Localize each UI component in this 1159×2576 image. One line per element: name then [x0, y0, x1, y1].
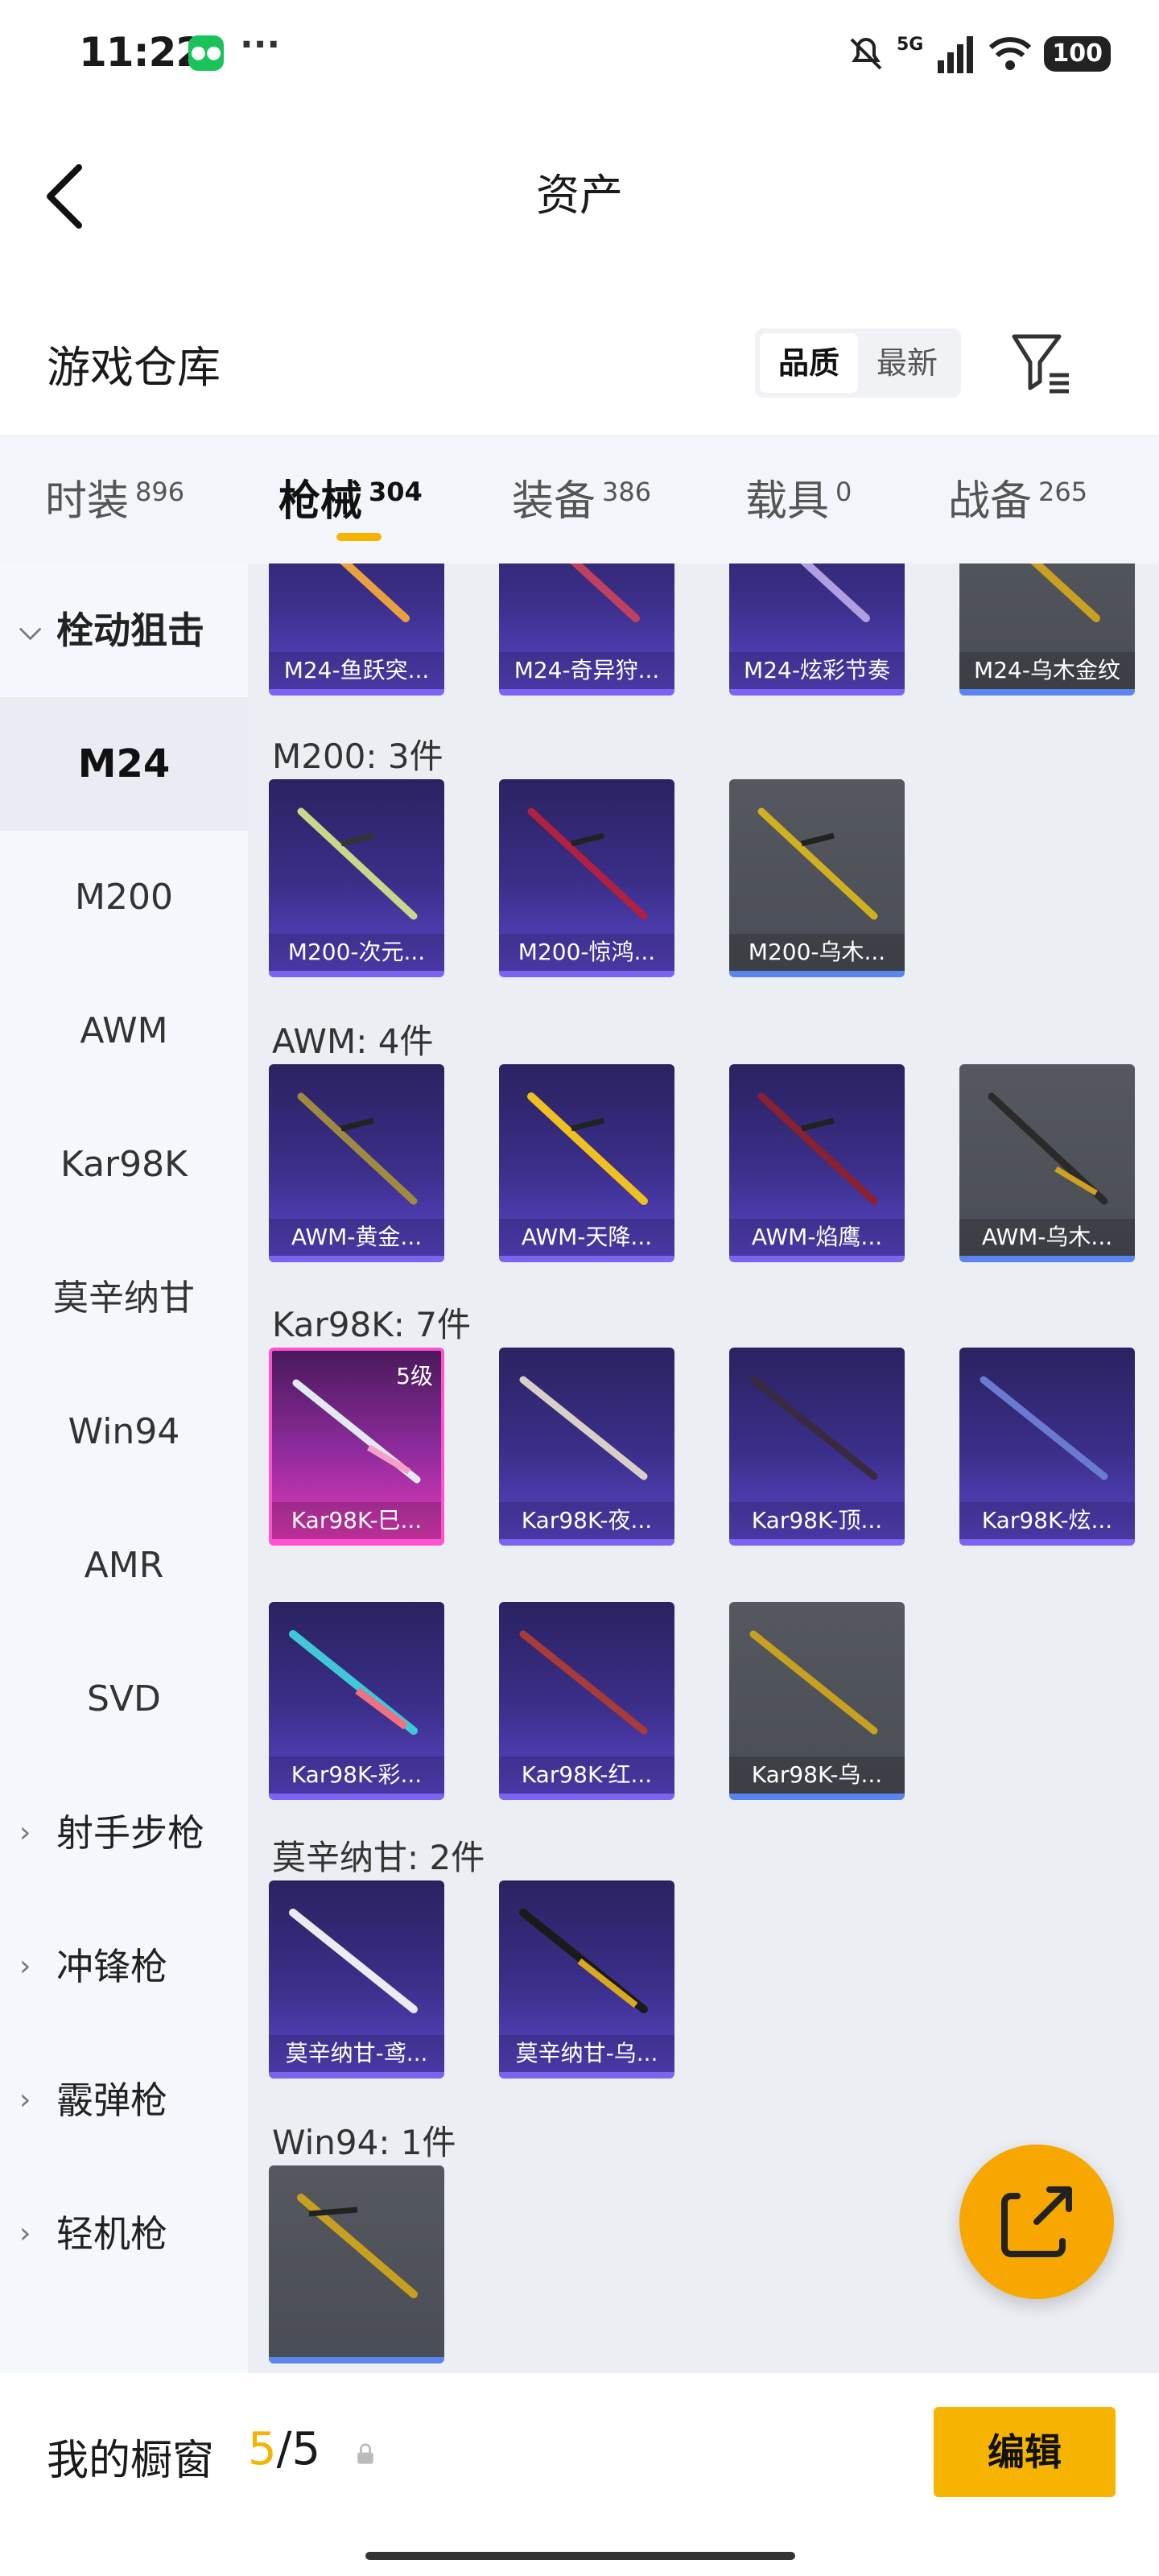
weapon-card[interactable]: Kar98K-夜... [499, 1348, 674, 1546]
mute-bell-icon [850, 37, 882, 70]
chevron-right-icon: › [19, 1950, 31, 1983]
chevron-down-icon: ⌵ [19, 613, 42, 646]
signal-icon [938, 36, 974, 73]
rifle-icon [988, 1092, 1108, 1205]
rifle-icon [757, 807, 878, 920]
sidebar-group-bolt-sniper[interactable]: ⌵ 栓动狙击 [0, 564, 248, 697]
section-title-mosin: 莫辛纳甘: 2件 [272, 1838, 485, 1877]
rifle-icon [1030, 564, 1100, 622]
sidebar-group-marksman[interactable]: › 射手步枪 [0, 1766, 248, 1900]
weapon-card[interactable]: M200-惊鸿... [499, 779, 674, 977]
sidebar-item-amr[interactable]: AMR [0, 1499, 248, 1633]
rifle-icon [800, 564, 870, 622]
sidebar-group-shotgun[interactable]: › 霰弹枪 [0, 2033, 248, 2167]
rifle-icon [527, 1092, 648, 1205]
weapon-card[interactable]: 莫辛纳甘-乌... [499, 1880, 674, 2079]
section-title-awm: AWM: 4件 [272, 1022, 434, 1061]
page-title: 资产 [536, 170, 623, 221]
weapon-card[interactable]: Kar98K-顶... [729, 1348, 905, 1546]
showcase-bar: 我的橱窗 5/5 编辑 [0, 2373, 1159, 2576]
sidebar-item-svd[interactable]: SVD [0, 1633, 248, 1766]
chevron-right-icon: › [19, 2083, 31, 2116]
weapon-sidebar: ⌵ 栓动狙击 M24 M200 AWM Kar98K 莫辛纳甘 Win94 AMR… [0, 564, 248, 2373]
more-notifications-icon: ··· [240, 24, 281, 65]
battery-icon: 100 [1044, 36, 1111, 72]
rifle-icon [297, 1092, 418, 1205]
rifle-icon [519, 1909, 648, 2013]
level-badge: 5级 [396, 1363, 433, 1389]
showcase-count: 5/5 [248, 2423, 321, 2475]
weapon-card[interactable]: M200-次元... [269, 779, 444, 977]
sidebar-item-mosin[interactable]: 莫辛纳甘 [0, 1232, 248, 1365]
rifle-icon [527, 807, 648, 920]
sidebar-item-kar98k[interactable]: Kar98K [0, 1098, 248, 1232]
rifle-icon [757, 1092, 878, 1205]
tab-fashion[interactable]: 时装 896 [45, 467, 184, 527]
warehouse-title: 游戏仓库 [47, 342, 221, 393]
section-title-kar98k: Kar98K: 7件 [272, 1305, 472, 1344]
weapon-card[interactable]: AWM-天降... [499, 1064, 674, 1262]
weapon-card[interactable]: M24-乌木金纹 [959, 564, 1135, 696]
tab-supplies[interactable]: 战备 265 [948, 467, 1087, 527]
weapon-card[interactable]: 莫辛纳甘-鸢... [269, 1880, 444, 2079]
sort-toggle: 品质 最新 [755, 328, 961, 398]
weapon-card[interactable] [269, 2165, 444, 2363]
share-fab-button[interactable] [959, 2145, 1114, 2299]
home-indicator [365, 2552, 795, 2560]
section-title-win94: Win94: 1件 [272, 2123, 456, 2162]
weapon-card[interactable]: AWM-焰鹰... [729, 1064, 905, 1262]
network-label: 5G [897, 34, 924, 55]
tab-firearms[interactable]: 枪械 304 [278, 467, 423, 527]
wifi-icon [989, 37, 1032, 70]
chevron-right-icon: › [19, 2217, 31, 2250]
weapon-card[interactable]: Kar98K-炫... [959, 1348, 1135, 1546]
showcase-label: 我的橱窗 [47, 2437, 215, 2485]
sort-quality-button[interactable]: 品质 [760, 333, 858, 393]
rifle-icon [519, 1630, 648, 1735]
rifle-icon [749, 1376, 878, 1480]
weapon-card[interactable]: Kar98K-彩... [269, 1602, 444, 1800]
status-bar: 11:22 ●● ··· 5G 100 [0, 0, 1159, 105]
weapon-card[interactable]: M24-鱼跃突... [269, 564, 444, 696]
sort-newest-button[interactable]: 最新 [858, 333, 956, 393]
rifle-icon [340, 564, 410, 622]
rifle-icon [297, 807, 418, 920]
wechat-icon: ●● [188, 35, 224, 71]
app-header: 资产 [0, 105, 1159, 274]
tab-equipment[interactable]: 装备 386 [512, 467, 651, 527]
rifle-icon [289, 1630, 418, 1735]
sidebar-group-lmg[interactable]: › 轻机枪 [0, 2167, 248, 2301]
weapon-grid: M24-鱼跃突... M24-奇异狩... M24-炫彩节奏 M24-乌木金纹 … [248, 564, 1159, 2373]
sidebar-group-smg[interactable]: › 冲锋枪 [0, 1900, 248, 2033]
rifle-icon [297, 2194, 418, 2298]
filter-icon[interactable] [1008, 330, 1072, 394]
rifle-icon [980, 1376, 1108, 1480]
sidebar-item-win94[interactable]: Win94 [0, 1365, 248, 1499]
weapon-card[interactable]: AWM-黄金... [269, 1064, 444, 1262]
rifle-icon [519, 1376, 648, 1480]
category-tabs: 时装 896 枪械 304 装备 386 载具 0 战备 265 [0, 435, 1159, 564]
weapon-card[interactable]: M200-乌木... [729, 779, 905, 977]
rifle-icon [289, 1909, 418, 2013]
warehouse-bar: 游戏仓库 品质 最新 [0, 274, 1159, 435]
section-title-m200: M200: 3件 [272, 737, 443, 776]
weapon-card[interactable]: Kar98K-乌... [729, 1602, 905, 1800]
tab-vehicles[interactable]: 载具 0 [745, 467, 852, 527]
weapon-card[interactable]: M24-奇异狩... [499, 564, 674, 696]
sidebar-item-m24[interactable]: M24 [0, 697, 248, 831]
weapon-card[interactable]: AWM-乌木... [959, 1064, 1135, 1262]
rifle-icon [570, 564, 640, 622]
share-external-icon [1001, 2186, 1072, 2257]
weapon-card[interactable]: M24-炫彩节奏 [729, 564, 905, 696]
rifle-icon [749, 1630, 878, 1735]
lock-icon [357, 2443, 373, 2464]
edit-button[interactable]: 编辑 [934, 2407, 1116, 2497]
sidebar-item-m200[interactable]: M200 [0, 831, 248, 964]
weapon-card[interactable]: 5级 Kar98K-巳... [269, 1348, 444, 1546]
status-time: 11:22 [79, 29, 204, 76]
sidebar-item-awm[interactable]: AWM [0, 964, 248, 1098]
weapon-card[interactable]: Kar98K-红... [499, 1602, 674, 1800]
active-tab-indicator [336, 533, 382, 541]
chevron-right-icon: › [19, 1816, 31, 1849]
